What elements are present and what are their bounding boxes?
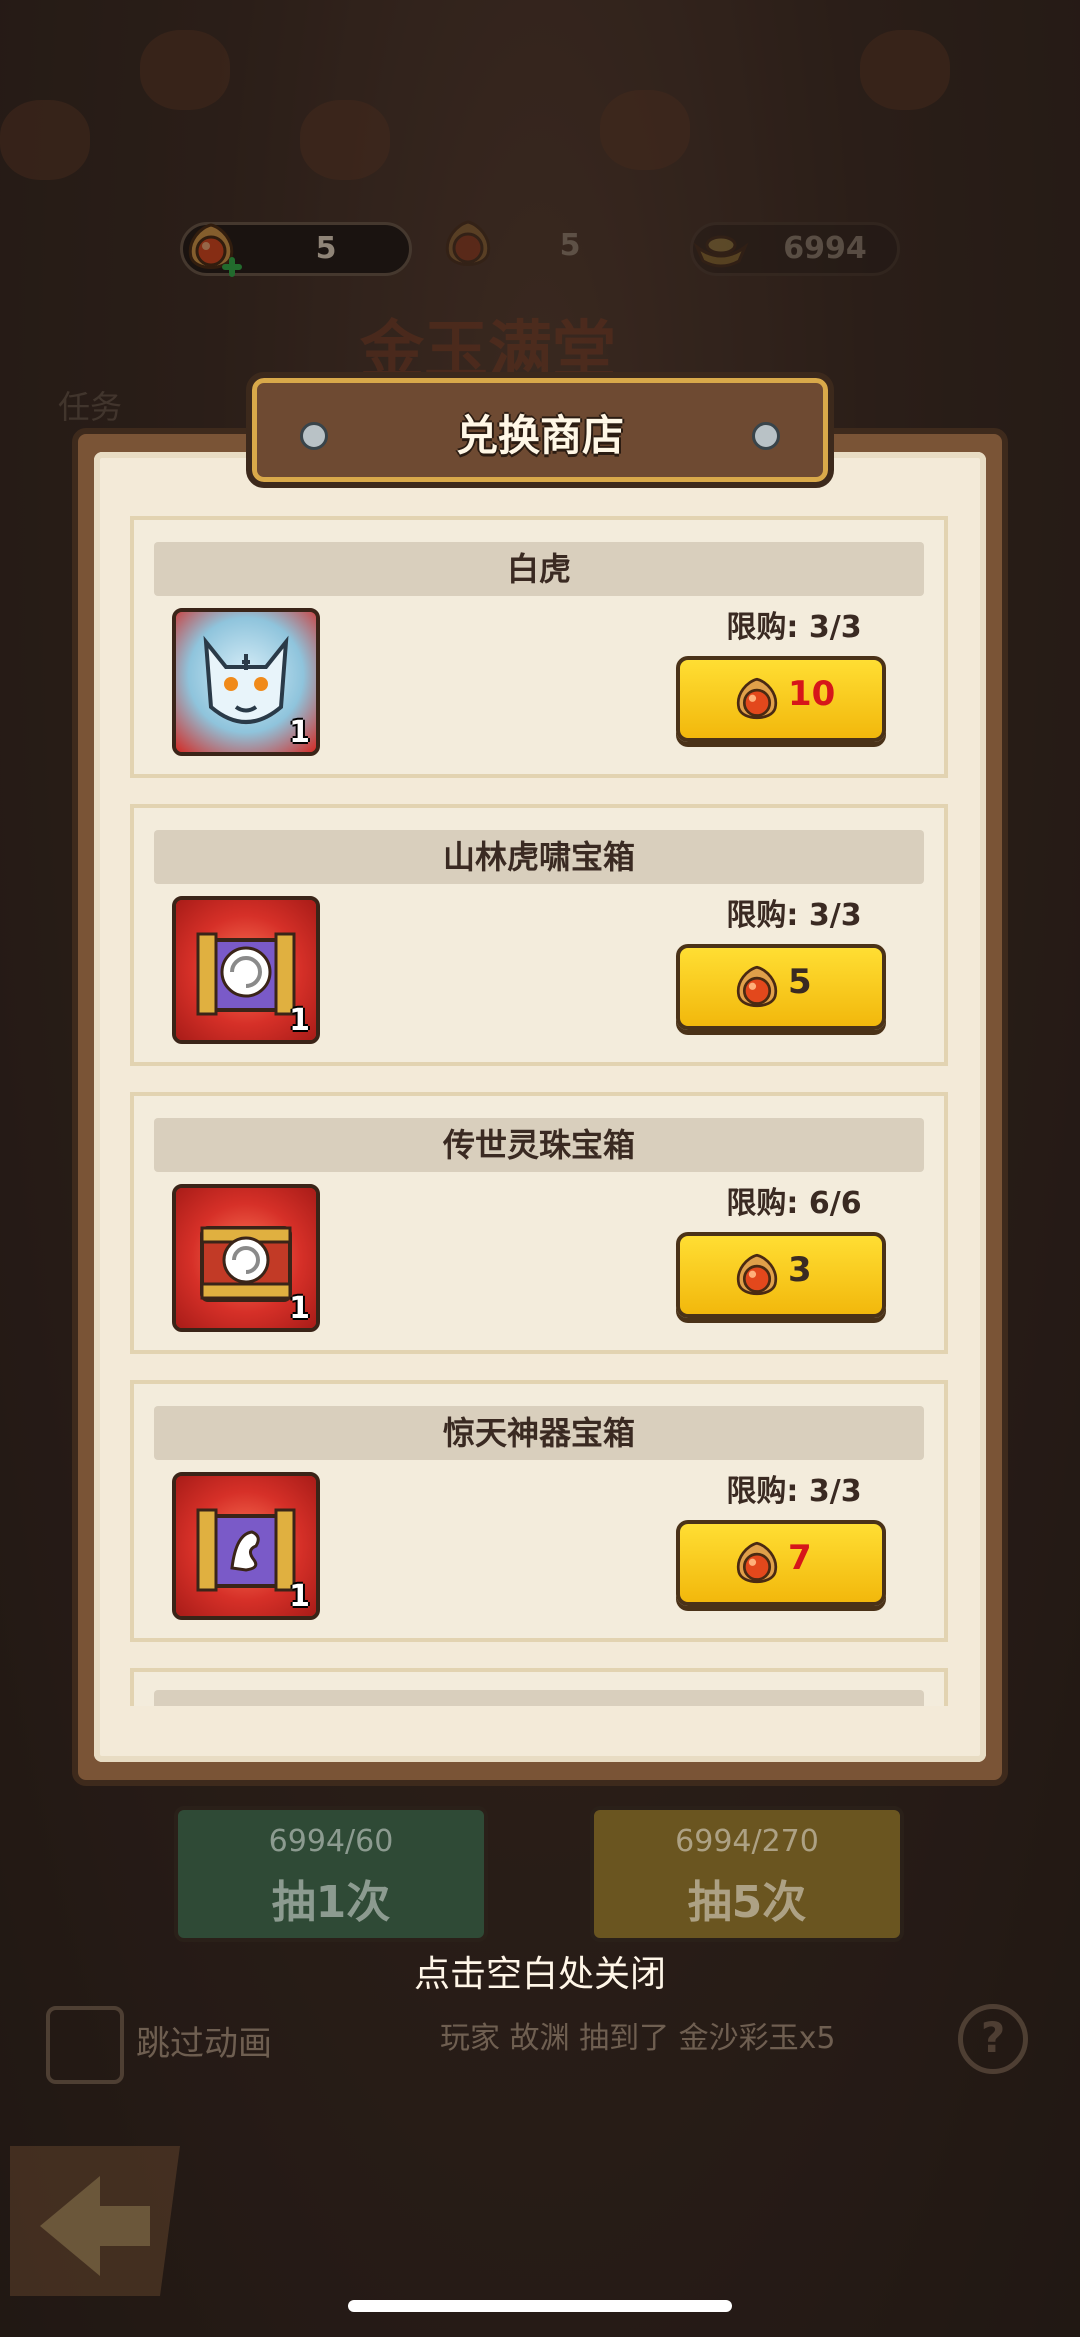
purchase-limit: 限购: 3/3 (726, 1474, 862, 1509)
shop-item-list[interactable]: 白虎 1 限购: 3/3 10 山林虎啸宝箱 1 限购: 3/3 5 传世灵珠宝… (96, 506, 984, 1706)
item-name: 白虎 (154, 542, 924, 596)
draw-five-label: 抽5次 (687, 1877, 807, 1928)
buy-button[interactable]: 5 (676, 944, 886, 1030)
draw-five-cost: 6994/270 (675, 1824, 819, 1859)
buy-button[interactable]: 3 (676, 1232, 886, 1318)
jade-gem-icon (736, 677, 778, 720)
item-count: 1 (289, 1291, 310, 1326)
jade-gem-icon (736, 1541, 778, 1584)
item-price: 5 (788, 962, 812, 1002)
draw-once-cost: 6994/60 (268, 1824, 394, 1859)
jade-gem-icon (736, 1253, 778, 1296)
dragon-chest-icon[interactable]: 1 (172, 1472, 320, 1620)
help-icon[interactable]: ? (958, 2004, 1028, 2074)
item-price: 10 (788, 674, 836, 714)
draw-once-button[interactable]: 6994/60 抽1次 (174, 1806, 488, 1942)
draw-five-button[interactable]: 6994/270 抽5次 (590, 1806, 904, 1942)
buy-button[interactable]: 7 (676, 1520, 886, 1606)
back-arrow-icon[interactable] (0, 2136, 190, 2306)
dialog-title: 兑换商店 (455, 411, 624, 460)
shop-item-card: 传世灵珠宝箱 1 限购: 6/6 3 (130, 1092, 948, 1354)
item-name: 传世灵珠宝箱 (154, 1118, 924, 1172)
item-name: 山林虎啸宝箱 (154, 830, 924, 884)
item-count: 1 (289, 1003, 310, 1038)
item-count: 1 (289, 1579, 310, 1614)
draw-ticker: 玩家 故渊 抽到了 金沙彩玉x5 (440, 2021, 836, 2056)
item-price: 3 (788, 1250, 812, 1290)
dialog-title-plate: 兑换商店 (246, 372, 834, 488)
purchase-limit: 限购: 6/6 (726, 1186, 862, 1221)
close-hint: 点击空白处关闭 (413, 1954, 666, 1995)
shop-item-card: 白虎 1 限购: 3/3 10 (130, 516, 948, 778)
item-count: 1 (289, 715, 310, 750)
draw-once-label: 抽1次 (271, 1877, 391, 1928)
skip-animation-checkbox[interactable] (46, 2006, 124, 2084)
shop-item-card-partial (130, 1668, 948, 1706)
purchase-limit: 限购: 3/3 (726, 898, 862, 933)
shop-item-card: 惊天神器宝箱 1 限购: 3/3 7 (130, 1380, 948, 1642)
buy-button[interactable]: 10 (676, 656, 886, 742)
item-name-partial (154, 1690, 924, 1706)
skip-animation-label: 跳过动画 (136, 2024, 272, 2064)
gold-chest-icon[interactable]: 1 (172, 1184, 320, 1332)
jade-gem-icon (736, 965, 778, 1008)
item-price: 7 (788, 1538, 812, 1578)
home-indicator[interactable] (348, 2300, 732, 2312)
shop-item-card: 山林虎啸宝箱 1 限购: 3/3 5 (130, 804, 948, 1066)
purple-chest-icon[interactable]: 1 (172, 896, 320, 1044)
item-name: 惊天神器宝箱 (154, 1406, 924, 1460)
purchase-limit: 限购: 3/3 (726, 610, 862, 645)
white-tiger-icon[interactable]: 1 (172, 608, 320, 756)
